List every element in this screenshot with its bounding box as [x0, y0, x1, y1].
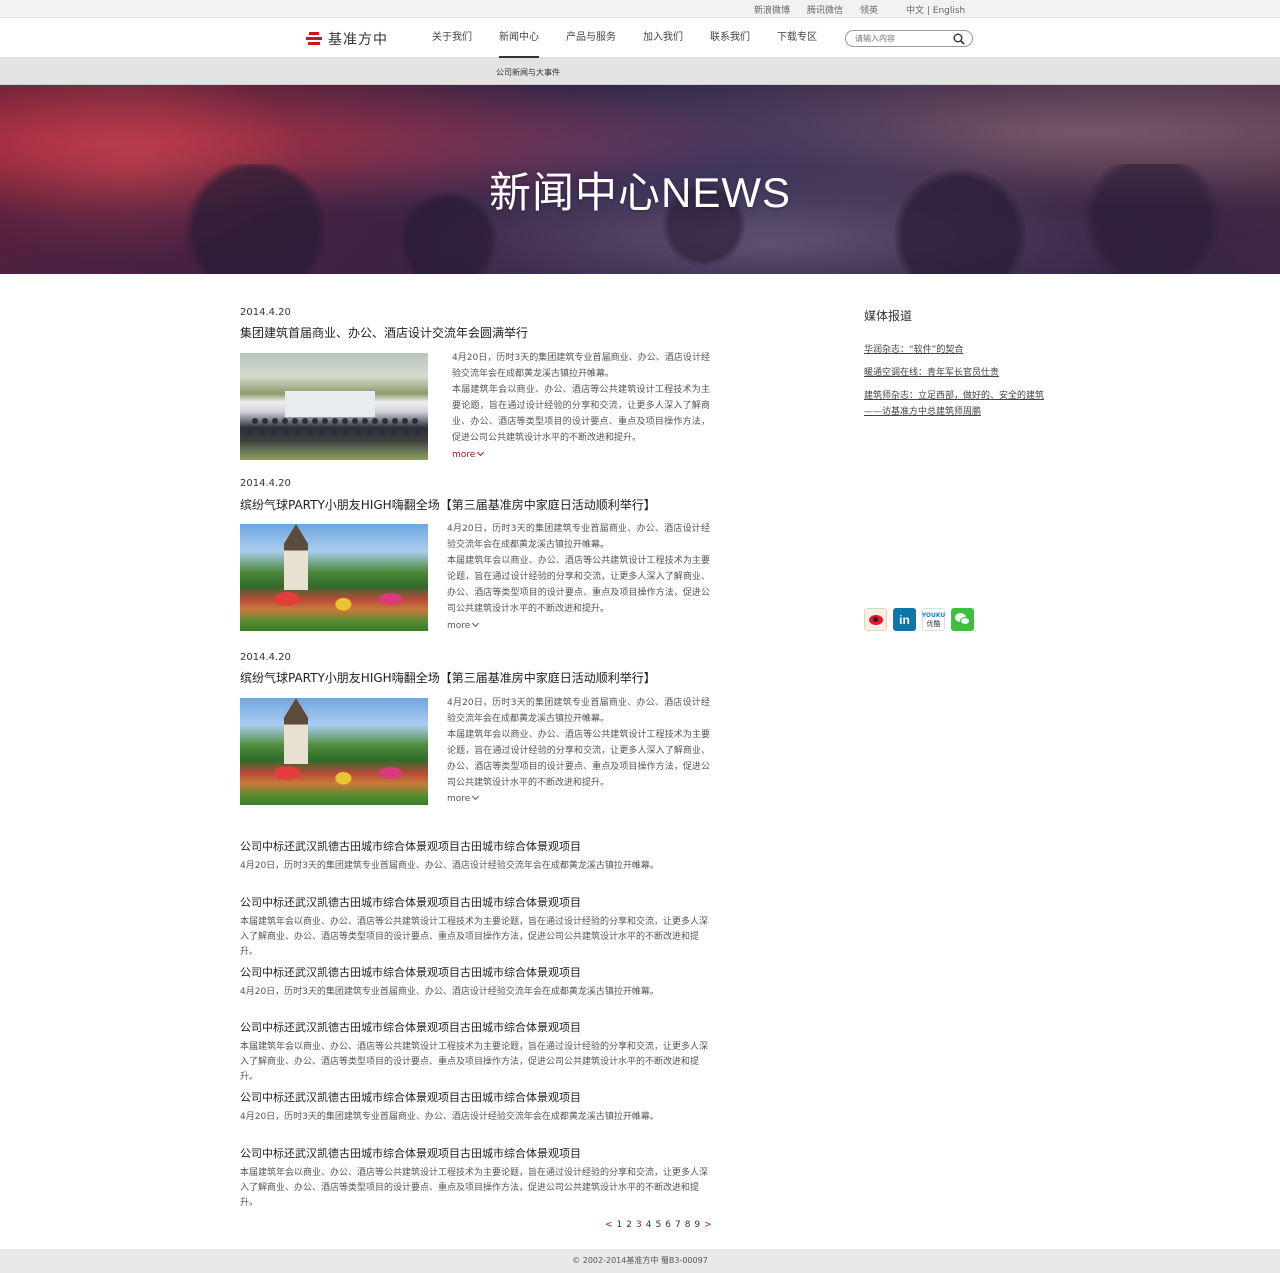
nav-contact[interactable]: 联系我们 — [710, 18, 750, 58]
linkedin-link[interactable]: 领英 — [860, 3, 878, 16]
article-thumbnail[interactable] — [240, 524, 428, 631]
nav-download[interactable]: 下载专区 — [777, 18, 817, 58]
chevron-down-icon — [477, 448, 485, 457]
banner-title: 新闻中心NEWS — [488, 169, 791, 216]
page-link[interactable]: 8 — [685, 1220, 691, 1230]
chevron-down-icon — [472, 792, 480, 801]
page-link[interactable]: 1 — [617, 1220, 623, 1230]
page-link[interactable]: 4 — [646, 1220, 652, 1230]
list-item-desc: 4月20日，历时3天的集团建筑专业首届商业、办公、酒店设计经验交流年会在成都黄龙… — [240, 861, 659, 871]
linkedin-icon[interactable]: in — [893, 608, 916, 631]
more-link[interactable]: more — [447, 792, 480, 804]
page-link[interactable]: 2 — [626, 1220, 632, 1230]
nav-products[interactable]: 产品与服务 — [566, 18, 616, 58]
church-image — [284, 524, 308, 590]
search-icon[interactable] — [953, 33, 965, 45]
wechat-icon[interactable] — [951, 608, 974, 631]
logo-mark-icon — [306, 31, 322, 47]
list-item: 公司中标还武汉凯德古田城市综合体景观项目古田城市综合体景观项目 4月20日，历时… — [240, 1089, 712, 1125]
list-item-desc: 本届建筑年会以商业、办公、酒店等公共建筑设计工程技术为主要论题，旨在通过设计经验… — [240, 1042, 709, 1082]
prev-page-button[interactable]: < — [605, 1220, 613, 1230]
sub-nav: 公司新闻与大事件 — [0, 58, 1280, 85]
search-box — [845, 30, 973, 47]
wechat-link[interactable]: 腾讯微信 — [807, 3, 843, 16]
article-date: 2014.4.20 — [240, 307, 291, 318]
list-item-title[interactable]: 公司中标还武汉凯德古田城市综合体景观项目古田城市综合体景观项目 — [240, 838, 712, 854]
footer: © 2002-2014基准方中 蜀B3-00097 — [0, 1249, 1280, 1273]
page-link-current[interactable]: 3 — [636, 1220, 642, 1230]
header: 基准方中 关于我们 新闻中心 产品与服务 加入我们 联系我们 下载专区 — [0, 18, 1280, 58]
page-link[interactable]: 6 — [665, 1220, 671, 1230]
list-item-desc: 4月20日，历时3天的集团建筑专业首届商业、办公、酒店设计经验交流年会在成都黄龙… — [240, 987, 659, 997]
list-item-title[interactable]: 公司中标还武汉凯德古田城市综合体景观项目古田城市综合体景观项目 — [240, 964, 712, 980]
weibo-link[interactable]: 新浪微博 — [754, 3, 790, 16]
pagination: < 1 2 3 4 5 6 7 8 9 > — [605, 1220, 716, 1230]
list-item-title[interactable]: 公司中标还武汉凯德古田城市综合体景观项目古田城市综合体景观项目 — [240, 1089, 712, 1105]
social-icons: in YOUKU 优酷 — [864, 608, 980, 631]
page-link[interactable]: 5 — [655, 1220, 661, 1230]
page-link[interactable]: 9 — [694, 1220, 700, 1230]
more-link[interactable]: more — [447, 619, 480, 631]
logo[interactable]: 基准方中 — [306, 29, 388, 49]
nav-join[interactable]: 加入我们 — [643, 18, 683, 58]
list-item: 公司中标还武汉凯德古田城市综合体景观项目古田城市综合体景观项目 本届建筑年会以商… — [240, 1145, 712, 1211]
list-item-desc: 4月20日，历时3天的集团建筑专业首届商业、办公、酒店设计经验交流年会在成都黄龙… — [240, 1112, 659, 1122]
article-title[interactable]: 缤纷气球PARTY小朋友HIGH嗨翻全场【第三届基准房中家庭日活动顺利举行】 — [240, 496, 656, 513]
article-title[interactable]: 集团建筑首届商业、办公、酒店设计交流年会圆满举行 — [240, 324, 528, 341]
article-date: 2014.4.20 — [240, 478, 291, 489]
list-item-desc: 本届建筑年会以商业、办公、酒店等公共建筑设计工程技术为主要论题，旨在通过设计经验… — [240, 917, 709, 957]
article-summary: 4月20日，历时3天的集团建筑专业首届商业、办公、酒店设计经验交流年会在成都黄龙… — [452, 353, 710, 443]
more-link[interactable]: more — [452, 448, 485, 460]
list-item-desc: 本届建筑年会以商业、办公、酒店等公共建筑设计工程技术为主要论题，旨在通过设计经验… — [240, 1168, 709, 1208]
article-thumbnail[interactable] — [240, 353, 428, 460]
next-page-button[interactable]: > — [704, 1220, 712, 1230]
subnav-company-news[interactable]: 公司新闻与大事件 — [496, 67, 560, 78]
list-item-title[interactable]: 公司中标还武汉凯德古田城市综合体景观项目古田城市综合体景观项目 — [240, 1019, 712, 1035]
article-summary: 4月20日，历时3天的集团建筑专业首届商业、办公、酒店设计经验交流年会在成都黄龙… — [447, 698, 710, 788]
youku-icon[interactable]: YOUKU 优酷 — [922, 608, 945, 631]
social-links: 新浪微博 腾讯微信 领英 — [754, 3, 895, 16]
article-thumbnail[interactable] — [240, 698, 428, 805]
list-item: 公司中标还武汉凯德古田城市综合体景观项目古田城市综合体景观项目 4月20日，历时… — [240, 838, 712, 874]
media-link[interactable]: 暖通空调在线：青年军长官员仕贵 — [864, 365, 1054, 381]
sidebar-title: 媒体报道 — [864, 309, 913, 323]
banner: 新闻中心NEWS — [0, 85, 1280, 274]
article-date: 2014.4.20 — [240, 652, 291, 663]
list-item-title[interactable]: 公司中标还武汉凯德古田城市综合体景观项目古田城市综合体景观项目 — [240, 1145, 712, 1161]
language-switch[interactable]: 中文 | English — [906, 3, 965, 16]
article-title[interactable]: 缤纷气球PARTY小朋友HIGH嗨翻全场【第三届基准房中家庭日活动顺利举行】 — [240, 669, 656, 686]
main-nav: 关于我们 新闻中心 产品与服务 加入我们 联系我们 下载专区 — [432, 18, 844, 58]
list-item-title[interactable]: 公司中标还武汉凯德古田城市综合体景观项目古田城市综合体景观项目 — [240, 894, 712, 910]
logo-text: 基准方中 — [328, 32, 388, 48]
weibo-icon[interactable] — [864, 608, 887, 631]
list-item: 公司中标还武汉凯德古田城市综合体景观项目古田城市综合体景观项目 本届建筑年会以商… — [240, 894, 712, 960]
media-link[interactable]: 华润杂志：“软件”的契合 — [864, 342, 1054, 358]
list-item: 公司中标还武汉凯德古田城市综合体景观项目古田城市综合体景观项目 4月20日，历时… — [240, 964, 712, 1000]
top-utility-bar: 新浪微博 腾讯微信 领英 中文 | English — [0, 0, 1280, 18]
list-item: 公司中标还武汉凯德古田城市综合体景观项目古田城市综合体景观项目 本届建筑年会以商… — [240, 1019, 712, 1085]
search-input[interactable] — [855, 34, 950, 43]
page-link[interactable]: 7 — [675, 1220, 681, 1230]
nav-news[interactable]: 新闻中心 — [499, 18, 539, 58]
nav-about[interactable]: 关于我们 — [432, 18, 472, 58]
church-image — [284, 698, 308, 764]
chevron-down-icon — [472, 619, 480, 628]
media-link[interactable]: 建筑师杂志：立足西部，做好的、安全的建筑——访基准方中总建筑师周鹏 — [864, 388, 1044, 420]
article-summary: 4月20日，历时3天的集团建筑专业首届商业、办公、酒店设计经验交流年会在成都黄龙… — [447, 524, 710, 614]
group-photo-image — [247, 391, 421, 436]
